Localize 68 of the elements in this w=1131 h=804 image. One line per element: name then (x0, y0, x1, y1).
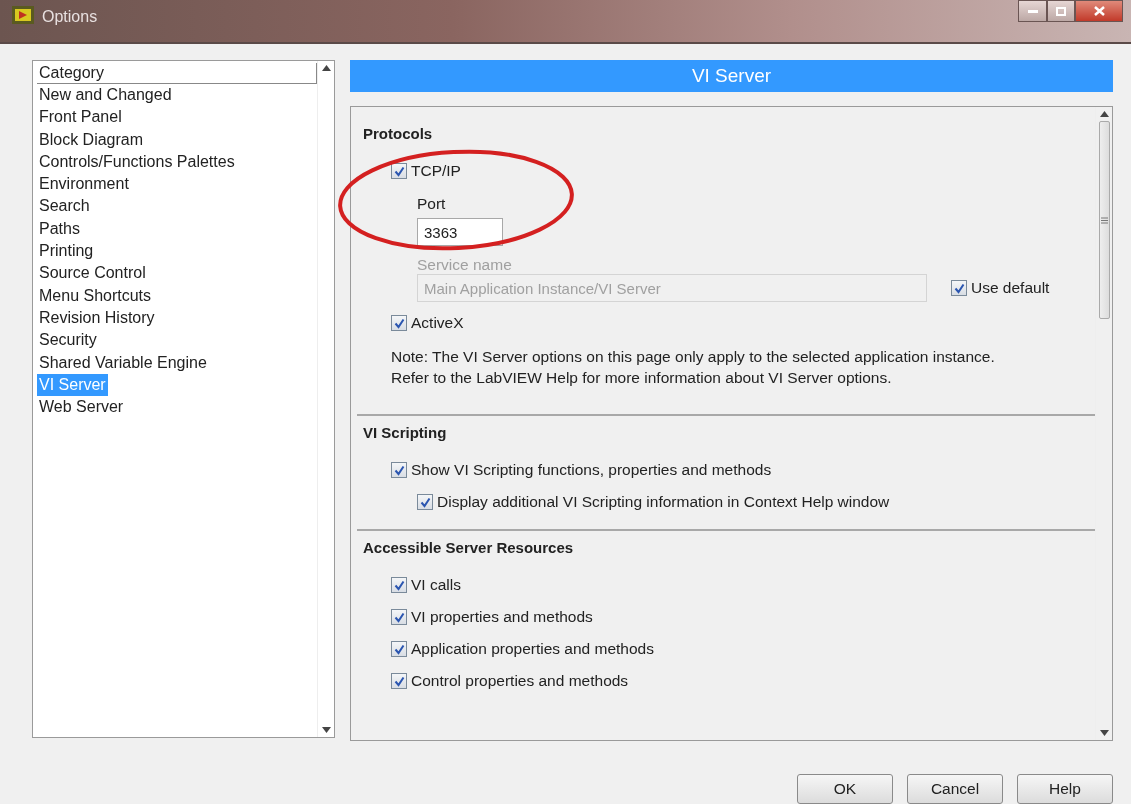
scroll-up-arrow-icon[interactable] (1099, 111, 1109, 117)
list-item[interactable]: Block Diagram (37, 128, 146, 151)
list-item[interactable]: Web Server (37, 396, 126, 419)
checkbox[interactable] (391, 315, 407, 331)
list-item[interactable]: Shared Variable Engine (37, 351, 209, 374)
scroll-down-arrow-icon[interactable] (321, 727, 331, 733)
grip-icon (1100, 216, 1108, 224)
minimize-icon (1027, 9, 1038, 13)
close-icon (1093, 6, 1105, 16)
check-icon (393, 611, 405, 623)
check-icon (393, 317, 405, 329)
check-icon (393, 643, 405, 655)
list-item[interactable]: Paths (37, 217, 82, 241)
list-item[interactable]: Environment (37, 173, 131, 196)
list-item[interactable]: Revision History (37, 306, 157, 330)
minimize-button[interactable] (1018, 0, 1047, 22)
check-icon (393, 165, 405, 177)
maximize-button[interactable] (1047, 0, 1075, 22)
checkbox[interactable] (391, 577, 407, 593)
maximize-icon (1056, 6, 1066, 16)
note-text: Note: The VI Server options on this page only apply to the selected application instance. (391, 347, 995, 367)
check-icon (393, 464, 405, 476)
section-heading: Protocols (363, 125, 434, 142)
checkbox[interactable] (951, 280, 967, 296)
checkbox-label: TCP/IP (411, 162, 461, 180)
dialog-button[interactable]: Cancel (907, 774, 1003, 804)
checkbox[interactable] (391, 673, 407, 689)
list-item[interactable]: Controls/Functions Palettes (37, 150, 237, 174)
list-item[interactable]: Printing (37, 240, 96, 263)
list-item[interactable]: Menu Shortcuts (37, 284, 154, 307)
checkbox[interactable] (391, 462, 407, 478)
close-button[interactable] (1075, 0, 1123, 22)
list-item[interactable]: Source Control (37, 262, 148, 285)
list-item[interactable]: Front Panel (37, 106, 124, 129)
app-icon (12, 6, 34, 24)
scrollbar-thumb[interactable] (1098, 121, 1110, 319)
page-title: VI Server (350, 60, 1113, 92)
checkbox-label: Display additional VI Scripting information in Context Help window (437, 493, 890, 511)
note-text: Refer to the LabVIEW Help for more information about VI Server options. (391, 368, 893, 388)
checkbox[interactable] (417, 494, 433, 510)
check-icon (419, 496, 431, 508)
checkbox[interactable] (391, 641, 407, 657)
check-icon (953, 282, 965, 294)
checkbox-label: ActiveX (411, 314, 464, 332)
checkbox-label: Show VI Scripting functions, properties and methods (411, 461, 772, 479)
checkbox-label: VI calls (411, 576, 461, 594)
window-title: Options (42, 8, 98, 26)
check-icon (393, 579, 405, 591)
checkbox[interactable] (391, 163, 407, 179)
scroll-up-arrow-icon[interactable] (321, 65, 331, 71)
list-item[interactable]: Search (37, 195, 92, 218)
checkbox-label: Application properties and methods (411, 640, 654, 658)
dialog-button[interactable]: Help (1017, 774, 1113, 804)
field-label: Service name (417, 256, 512, 274)
checkbox-label: Control properties and methods (411, 672, 629, 690)
checkbox[interactable] (391, 609, 407, 625)
section-heading: Accessible Server Resources (363, 539, 574, 556)
scroll-down-arrow-icon[interactable] (1099, 730, 1109, 736)
port-field[interactable]: 3363 (417, 218, 503, 246)
checkbox-label: Use default (971, 279, 1050, 297)
list-item[interactable]: New and Changed (37, 84, 174, 107)
checkbox-label: VI properties and methods (411, 608, 593, 626)
check-icon (393, 675, 405, 687)
list-item[interactable]: Security (37, 329, 99, 352)
dialog-button[interactable]: OK (797, 774, 893, 804)
field-label: Port (417, 195, 446, 213)
list-header: Category (37, 63, 317, 84)
section-heading: VI Scripting (363, 424, 447, 441)
